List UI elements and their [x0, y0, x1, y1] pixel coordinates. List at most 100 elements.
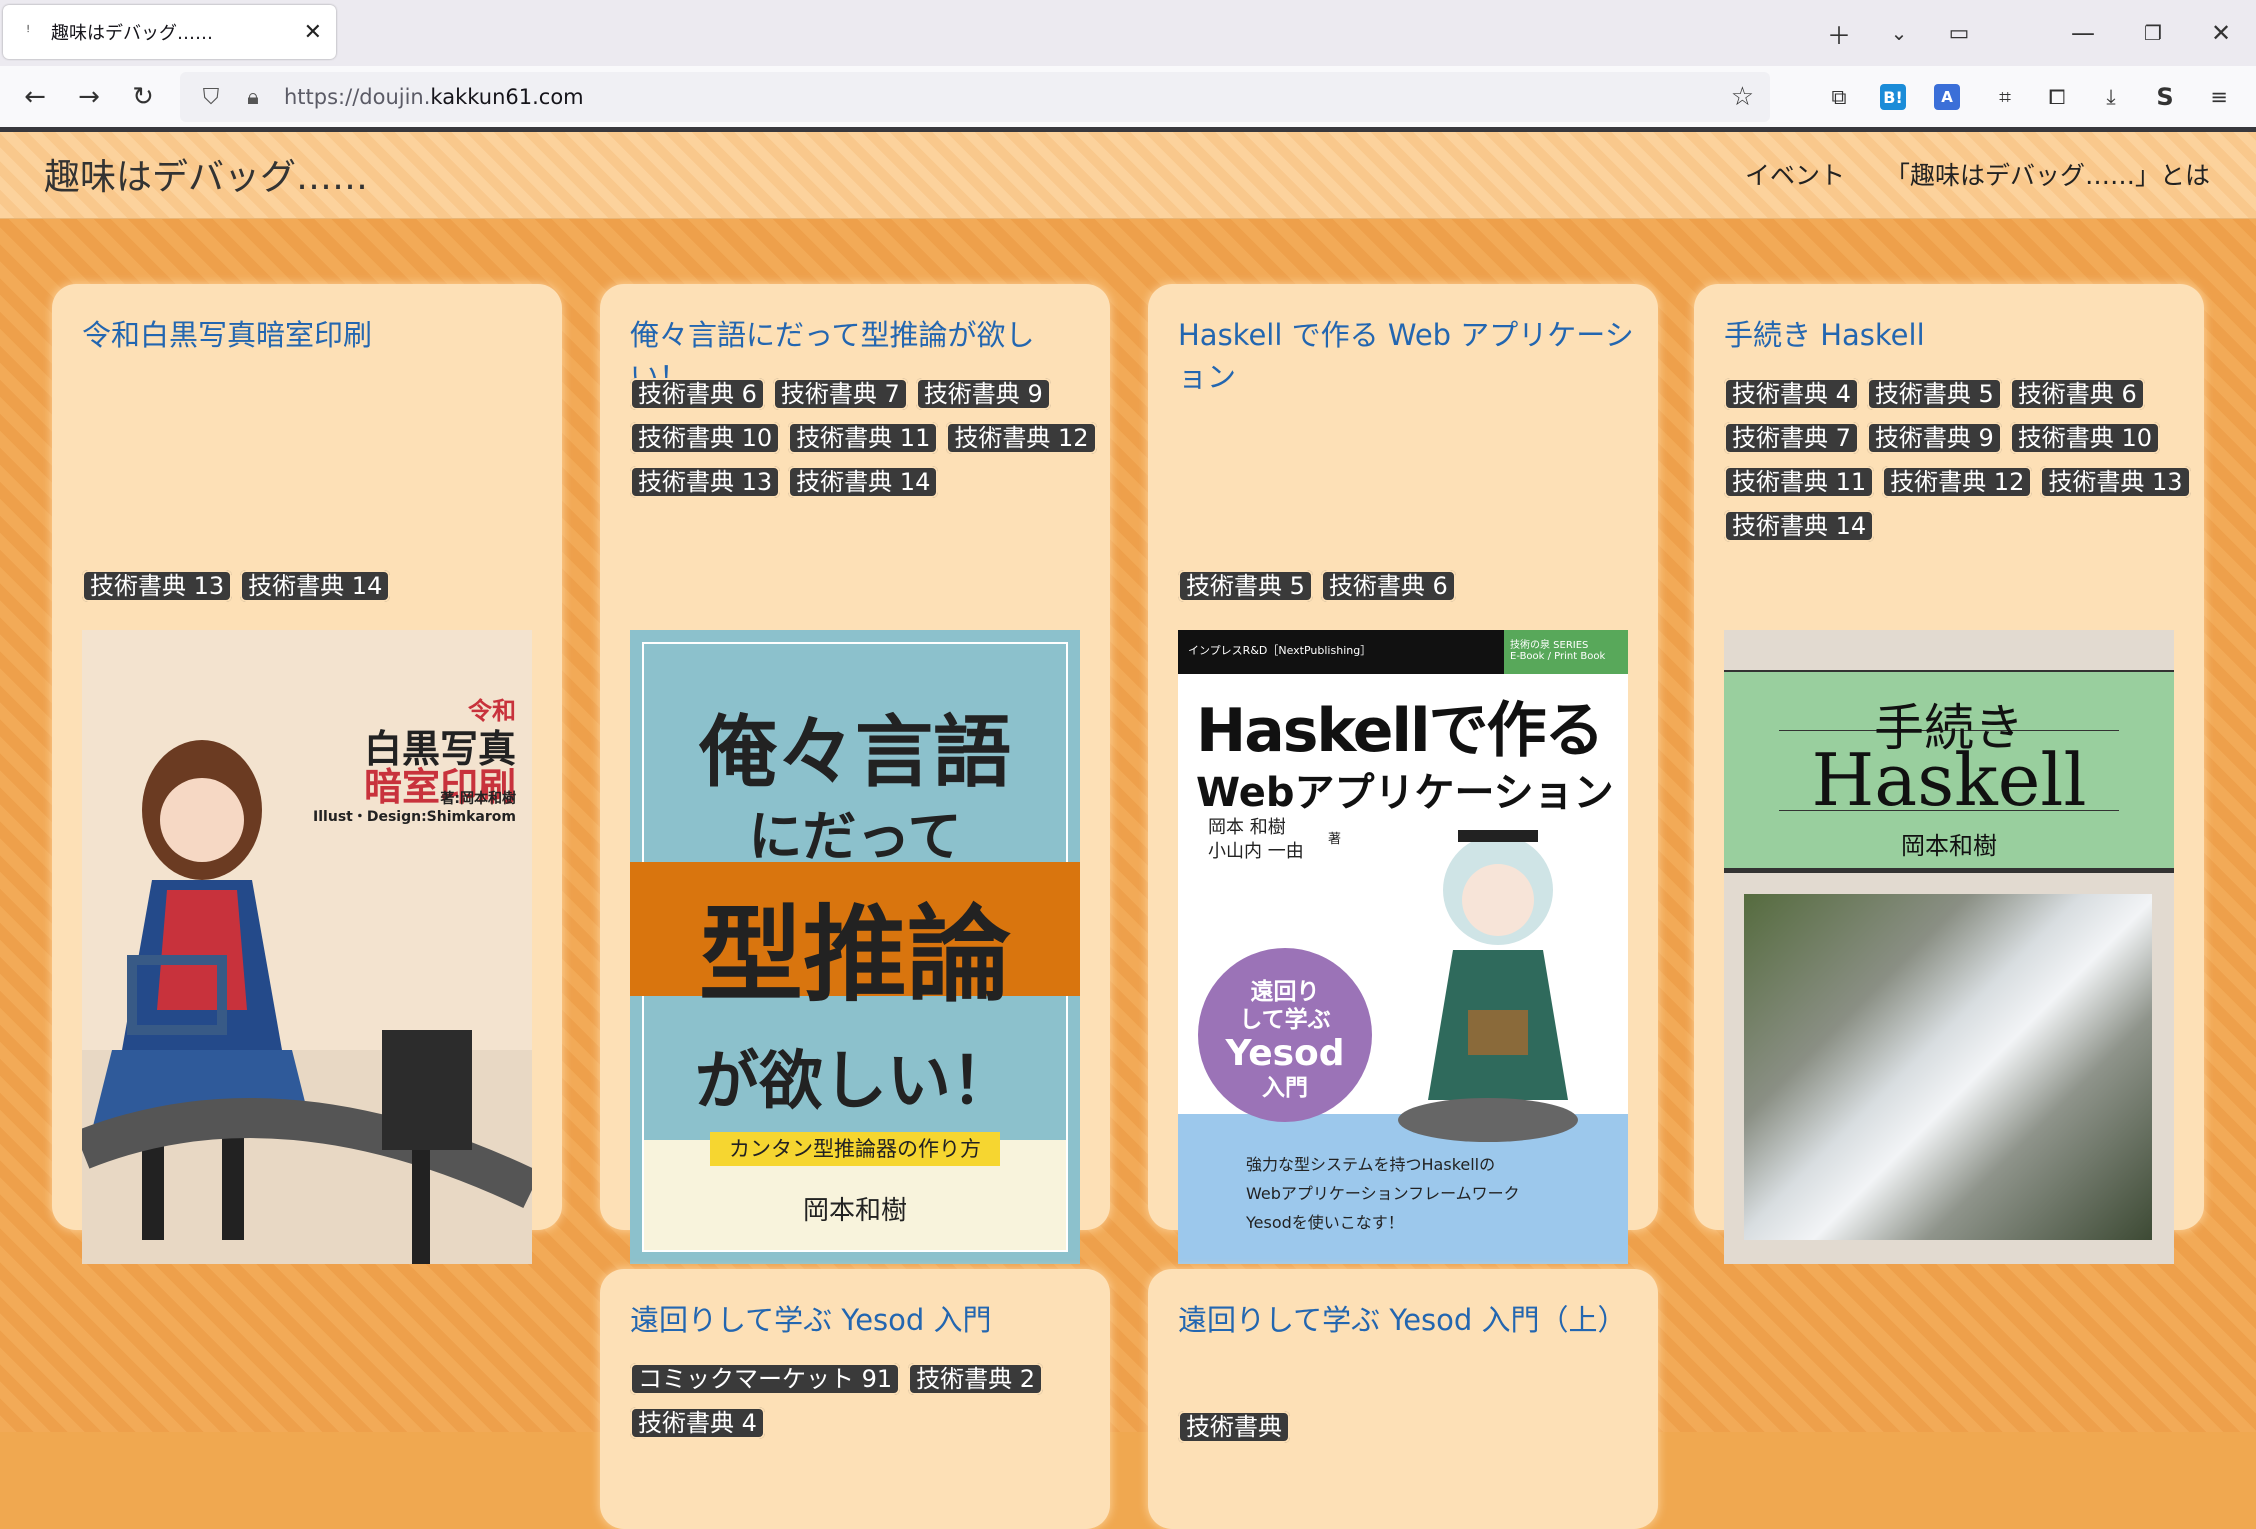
event-tag[interactable]: 技術書典 14: [1724, 510, 1875, 542]
browser-tab[interactable]: ꜝ 趣味はデバッグ…… ✕: [3, 5, 336, 59]
tag-list: 技術書典 4 技術書典 5 技術書典 6 技術書典 7 技術書典 9 技術書典 …: [1724, 378, 2194, 542]
restore-icon[interactable]: ❐: [2136, 16, 2170, 50]
cover-publisher: インプレスR&D［NextPublishing］: [1188, 644, 1372, 657]
book-title[interactable]: 遠回りして学ぶ Yesod 入門（上）: [1178, 1299, 1638, 1341]
shield-icon[interactable]: ⛉: [196, 85, 226, 110]
lock-icon[interactable]: 🔒︎: [238, 85, 268, 110]
book-card[interactable]: 手続き Haskell 技術書典 4 技術書典 5 技術書典 6 技術書典 7 …: [1694, 284, 2204, 1264]
cover-title-line: 令和: [468, 697, 516, 725]
cover-credits: 著:岡本和樹 Illust・Design:Shimkarom: [313, 790, 516, 826]
menu-hamburger-icon[interactable]: ≡: [2202, 80, 2236, 114]
cover-desc-line: 強力な型システムを持つHaskellの: [1246, 1155, 1496, 1174]
cover-badge-line: 遠回り: [1250, 979, 1320, 1005]
book-cover-image[interactable]: 令和 白黒写真 暗室印刷 著:岡本和樹 Illust・Design:Shimka…: [82, 630, 532, 1264]
cover-badge-line: Yesod: [1225, 1033, 1345, 1074]
cover-illustration: [1398, 830, 1578, 1142]
book-card[interactable]: 遠回りして学ぶ Yesod 入門 コミックマーケット 91 技術書典 2 技術書…: [600, 1269, 1110, 1529]
event-tag[interactable]: 技術書典 4: [630, 1407, 765, 1439]
new-tab-icon[interactable]: ＋: [1822, 16, 1856, 50]
cover-top-bar: インプレスR&D［NextPublishing］ 技術の泉 SERIES E-B…: [1178, 630, 1628, 674]
event-tag[interactable]: 技術書典 7: [1724, 422, 1859, 454]
translate-extension-icon[interactable]: A: [1934, 84, 1960, 110]
nav-link-about[interactable]: 「趣味はデバッグ……」とは: [1885, 156, 2210, 192]
favicon-icon: ꜝ: [25, 21, 31, 43]
tab-groups-icon[interactable]: ▭: [1942, 16, 1976, 50]
book-title[interactable]: 手続き Haskell: [1724, 314, 2184, 356]
event-tag[interactable]: 技術書典 12: [1882, 466, 2033, 498]
tag-list: 技術書典 13 技術書典 14: [82, 570, 552, 602]
cover-description: 強力な型システムを持つHaskellの Webアプリケーションフレームワーク Y…: [1246, 1150, 1520, 1237]
extensions-puzzle-icon[interactable]: ⧠: [2040, 80, 2074, 114]
screenshot-extension-icon[interactable]: ⧉: [1822, 80, 1856, 114]
s-extension-icon[interactable]: S: [2148, 80, 2182, 114]
reload-icon[interactable]: ↻: [126, 80, 160, 114]
nav-link-events[interactable]: イベント: [1745, 156, 1845, 192]
hatena-bookmark-extension-icon[interactable]: B!: [1880, 84, 1906, 110]
qr-extension-icon[interactable]: ⌗: [1988, 80, 2022, 114]
event-tag[interactable]: 技術書典 11: [788, 422, 939, 454]
browser-tabbar: ꜝ 趣味はデバッグ…… ✕ ＋ ⌄ ▭ — ❐ ✕: [0, 0, 2256, 66]
main-content: 令和白黒写真暗室印刷 技術書典 13 技術書典 14 令和 白黒写真 暗室印刷 …: [0, 219, 2256, 1529]
event-tag[interactable]: 技術書典 12: [946, 422, 1097, 454]
cover-author-suffix: 著: [1328, 832, 1342, 847]
address-bar[interactable]: ⛉ 🔒︎ https://doujin.kakkun61.com ☆: [180, 72, 1770, 122]
event-tag[interactable]: 技術書典 13: [2040, 466, 2191, 498]
event-tag[interactable]: 技術書典 11: [1724, 466, 1875, 498]
tab-title: 趣味はデバッグ……: [51, 23, 213, 44]
book-card[interactable]: 遠回りして学ぶ Yesod 入門（上） 技術書典: [1148, 1269, 1658, 1529]
event-tag[interactable]: 技術書典 6: [630, 378, 765, 410]
cover-badge: 遠回り して学ぶ Yesod 入門: [1198, 948, 1372, 1122]
forward-icon[interactable]: →: [72, 80, 106, 114]
event-tag[interactable]: 技術書典: [1178, 1411, 1290, 1443]
cover-credit: Illust・Design:Shimkarom: [313, 809, 516, 825]
event-tag[interactable]: 技術書典 4: [1724, 378, 1859, 410]
event-tag[interactable]: 技術書典 14: [240, 570, 391, 602]
book-title[interactable]: 令和白黒写真暗室印刷: [82, 314, 542, 356]
site-header: 趣味はデバッグ…… イベント 「趣味はデバッグ……」とは: [0, 132, 2256, 219]
event-tag[interactable]: 技術書典 7: [772, 378, 908, 410]
event-tag[interactable]: 技術書典 6: [2009, 378, 2145, 410]
event-tag[interactable]: 技術書典 5: [1178, 570, 1313, 602]
event-tag[interactable]: 技術書典 14: [788, 466, 939, 498]
book-cover-image[interactable]: インプレスR&D［NextPublishing］ 技術の泉 SERIES E-B…: [1178, 630, 1628, 1264]
site-nav: イベント 「趣味はデバッグ……」とは: [1745, 156, 2210, 192]
downloads-icon[interactable]: ⤓: [2094, 80, 2128, 114]
list-tabs-chevron-icon[interactable]: ⌄: [1882, 16, 1916, 50]
book-card[interactable]: 令和白黒写真暗室印刷 技術書典 13 技術書典 14 令和 白黒写真 暗室印刷 …: [52, 284, 562, 1264]
cover-title-line: にだって: [748, 805, 962, 868]
event-tag[interactable]: 技術書典 10: [2009, 422, 2160, 454]
back-icon[interactable]: ←: [18, 80, 52, 114]
close-tab-icon[interactable]: ✕: [304, 20, 322, 45]
event-tag[interactable]: コミックマーケット 91: [630, 1363, 901, 1395]
book-card[interactable]: 俺々言語にだって型推論が欲しい！ 技術書典 6 技術書典 7 技術書典 9 技術…: [600, 284, 1110, 1264]
browser-navbar: ← → ↻ ⛉ 🔒︎ https://doujin.kakkun61.com ☆…: [0, 66, 2256, 128]
url-text[interactable]: https://doujin.kakkun61.com: [284, 85, 584, 109]
event-tag[interactable]: 技術書典 13: [82, 570, 233, 602]
cover-series: 技術の泉 SERIES: [1510, 640, 1589, 651]
book-card[interactable]: Haskell で作る Web アプリケーション 技術書典 5 技術書典 6 イ…: [1148, 284, 1658, 1264]
cover-author: 岡本 和樹: [1208, 817, 1286, 838]
cover-waterfall-photo: [1744, 894, 2152, 1240]
window-close-icon[interactable]: ✕: [2204, 16, 2238, 50]
book-title[interactable]: Haskell で作る Web アプリケーション: [1178, 314, 1638, 398]
minimize-icon[interactable]: —: [2066, 16, 2100, 50]
event-tag[interactable]: 技術書典 9: [915, 378, 1051, 410]
book-cover-image[interactable]: 俺々言語 にだって 型推論 が欲しい！ カンタン型推論器の作り方 岡本和樹: [630, 630, 1080, 1264]
event-tag[interactable]: 技術書典 9: [1866, 422, 2002, 454]
tag-list: コミックマーケット 91 技術書典 2 技術書典 4: [630, 1363, 1100, 1439]
url-domain: kakkun61.com: [430, 85, 584, 109]
cover-title: 令和 白黒写真 暗室印刷: [364, 692, 516, 806]
bookmark-star-icon[interactable]: ☆: [1731, 82, 1754, 112]
event-tag[interactable]: 技術書典 13: [630, 466, 781, 498]
cover-credit: 著:岡本和樹: [440, 791, 516, 807]
book-cover-image[interactable]: 手続き Haskell 岡本和樹: [1724, 630, 2174, 1264]
event-tag[interactable]: 技術書典 10: [630, 422, 781, 454]
cover-badge-line: して学ぶ: [1239, 1007, 1331, 1033]
event-tag[interactable]: 技術書典 6: [1320, 570, 1456, 602]
cover-title-line: が欲しい！: [695, 1045, 1015, 1119]
site-title[interactable]: 趣味はデバッグ……: [44, 148, 368, 200]
cover-series-box: 技術の泉 SERIES E-Book / Print Book: [1504, 630, 1628, 674]
event-tag[interactable]: 技術書典 2: [908, 1363, 1044, 1395]
book-title[interactable]: 遠回りして学ぶ Yesod 入門: [630, 1299, 1090, 1341]
event-tag[interactable]: 技術書典 5: [1866, 378, 2002, 410]
